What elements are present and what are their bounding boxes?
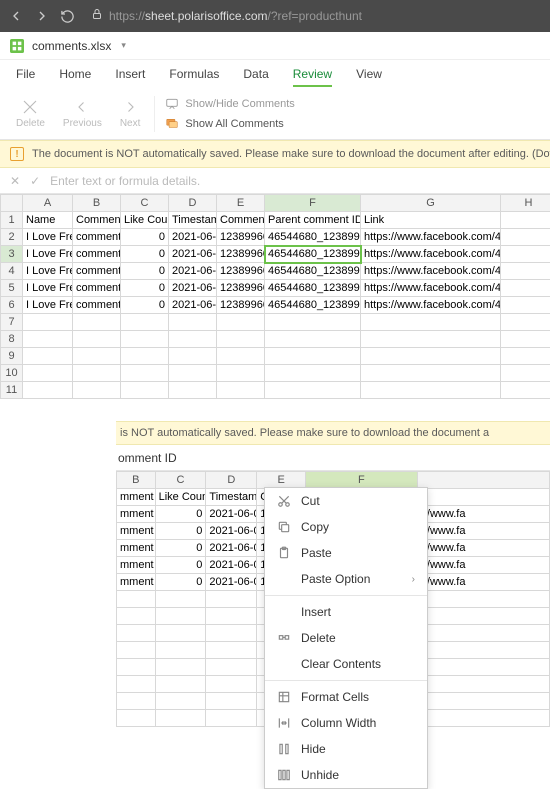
ctx-column-width[interactable]: Column Width — [265, 710, 427, 736]
warning-icon: ! — [10, 147, 24, 161]
table-row: 6I Love Frecomment02021-06-0123899604654… — [1, 297, 550, 314]
table-row: 4I Love Frecomment02021-06-0123899604654… — [1, 263, 550, 280]
cut-icon — [277, 494, 291, 508]
col-header[interactable]: E — [217, 195, 265, 212]
copy-icon — [277, 520, 291, 534]
ctx-clear-contents[interactable]: Clear Contents — [265, 651, 427, 677]
table-row: 2I Love Frecomment02021-06-0123899604654… — [1, 229, 550, 246]
ctx-cut[interactable]: Cut — [265, 488, 427, 514]
chevron-down-icon[interactable]: ▾ — [121, 40, 126, 51]
toolbar-separator — [154, 96, 155, 132]
chevron-right-icon: › — [412, 574, 415, 585]
select-all-corner[interactable] — [1, 195, 23, 212]
menu-view[interactable]: View — [356, 67, 382, 81]
col-header[interactable]: A — [23, 195, 73, 212]
menu-home[interactable]: Home — [59, 67, 91, 81]
next-label: Next — [120, 118, 141, 129]
url-text: https://sheet.polarisoffice.com/?ref=pro… — [109, 9, 362, 23]
next-comment-button: Next — [112, 94, 149, 133]
forward-icon[interactable] — [34, 8, 50, 24]
warning-text: The document is NOT automatically saved.… — [32, 148, 550, 160]
show-hide-label: Show/Hide Comments — [185, 98, 294, 110]
menu-review[interactable]: Review — [293, 67, 332, 81]
review-toolbar: Delete Previous Next Show/Hide Comments … — [0, 88, 550, 140]
formula-bar: ✕ ✓ Enter text or formula details. — [0, 168, 550, 194]
table-row: 7 — [1, 314, 550, 331]
table-row: 3I Love Frecomment02021-06-0123899604654… — [1, 246, 550, 263]
formula-bar-fragment[interactable]: omment ID — [116, 445, 550, 471]
format-cells-icon — [277, 690, 291, 704]
menu-insert[interactable]: Insert — [115, 67, 145, 81]
cancel-icon[interactable]: ✕ — [10, 174, 20, 188]
table-row: 8 — [1, 331, 550, 348]
ctx-copy[interactable]: Copy — [265, 514, 427, 540]
col-header[interactable]: F — [265, 195, 361, 212]
col-header[interactable]: G — [361, 195, 501, 212]
confirm-icon[interactable]: ✓ — [30, 174, 40, 188]
show-all-comments-button[interactable]: Show All Comments — [165, 117, 294, 131]
paste-icon — [277, 546, 291, 560]
warning-bar-fragment: is NOT automatically saved. Please make … — [116, 421, 550, 445]
menu-formulas[interactable]: Formulas — [169, 67, 219, 81]
menu-file[interactable]: File — [16, 67, 35, 81]
column-width-icon — [277, 716, 291, 730]
browser-toolbar: https://sheet.polarisoffice.com/?ref=pro… — [0, 0, 550, 32]
column-header-row: B C D E F — [117, 472, 550, 489]
menu-bar: File Home Insert Formulas Data Review Vi… — [0, 60, 550, 88]
ctx-paste[interactable]: Paste — [265, 540, 427, 566]
menu-data[interactable]: Data — [243, 67, 268, 81]
hide-icon — [277, 742, 291, 756]
col-header[interactable]: H — [501, 195, 550, 212]
table-row: 10 — [1, 365, 550, 382]
menu-separator — [265, 595, 427, 596]
col-header[interactable]: C — [121, 195, 169, 212]
show-hide-comments-button: Show/Hide Comments — [165, 97, 294, 111]
ctx-paste-option[interactable]: Paste Option› — [265, 566, 427, 592]
col-header[interactable]: B — [73, 195, 121, 212]
previous-comment-button: Previous — [55, 94, 110, 133]
table-row: 9 — [1, 348, 550, 365]
file-name: comments.xlsx — [32, 39, 111, 53]
back-icon[interactable] — [8, 8, 24, 24]
app-bar: comments.xlsx ▾ — [0, 32, 550, 60]
formula-input[interactable]: Enter text or formula details. — [50, 174, 540, 188]
refresh-icon[interactable] — [60, 9, 75, 24]
menu-separator — [265, 680, 427, 681]
ctx-insert[interactable]: Insert — [265, 599, 427, 625]
secondary-view: is NOT automatically saved. Please make … — [116, 421, 550, 727]
table-row: 11 — [1, 382, 550, 399]
context-menu: Cut Copy Paste Paste Option› Insert Dele… — [264, 487, 428, 789]
table-row: 5I Love Frecomment02021-06-0123899604654… — [1, 280, 550, 297]
previous-label: Previous — [63, 118, 102, 129]
polaris-logo-icon — [10, 39, 24, 53]
ctx-format-cells[interactable]: Format Cells — [265, 684, 427, 710]
delete-icon — [277, 631, 291, 645]
show-all-label: Show All Comments — [185, 118, 283, 130]
unhide-icon — [277, 768, 291, 782]
delete-label: Delete — [16, 118, 45, 129]
spreadsheet[interactable]: A B C D E F G H 1 Name Comment Like Coun… — [0, 194, 550, 399]
url-bar[interactable]: https://sheet.polarisoffice.com/?ref=pro… — [85, 7, 542, 25]
lock-icon — [91, 7, 103, 25]
row-header[interactable]: 1 — [1, 212, 23, 229]
header-row: 1 Name Comment Like Coun Timestam Commen… — [1, 212, 550, 229]
ctx-delete[interactable]: Delete — [265, 625, 427, 651]
column-header-row: A B C D E F G H — [1, 195, 550, 212]
ctx-hide[interactable]: Hide — [265, 736, 427, 762]
col-header[interactable]: D — [169, 195, 217, 212]
delete-comment-button: Delete — [8, 94, 53, 133]
ctx-unhide[interactable]: Unhide — [265, 762, 427, 788]
warning-bar: ! The document is NOT automatically save… — [0, 140, 550, 168]
selected-cell[interactable]: 46544680_12389965 — [265, 246, 361, 263]
